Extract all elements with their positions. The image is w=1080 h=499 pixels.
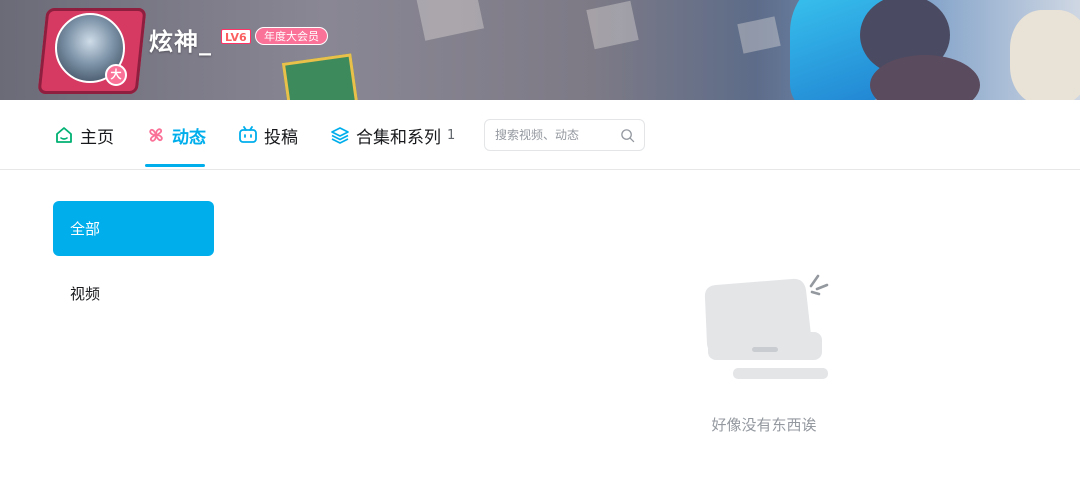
sidebar-item-label: 视频 <box>70 285 101 303</box>
empty-state-message: 好像没有东西诶 <box>711 416 817 434</box>
home-icon <box>56 127 72 143</box>
tab-home[interactable]: 主页 <box>54 100 114 170</box>
vip-badge[interactable]: 年度大会员 <box>255 27 328 45</box>
profile-banner: 大 炫神_ LV6 年度大会员 <box>0 0 1080 100</box>
level-badge: LV6 <box>221 29 251 44</box>
collections-count: 1 <box>447 127 456 143</box>
tab-collections[interactable]: 合集和系列 1 <box>330 100 455 170</box>
tab-uploads[interactable]: 投稿 <box>238 100 298 170</box>
banner-gift-decoration <box>281 53 359 100</box>
tab-dynamic[interactable]: 动态 <box>146 100 206 170</box>
sidebar-item-label: 全部 <box>70 220 101 238</box>
tab-home-label: 主页 <box>80 127 114 148</box>
search-input[interactable] <box>495 128 613 142</box>
search-box[interactable] <box>484 119 645 151</box>
avatar-frame[interactable]: 大 <box>37 8 147 94</box>
banner-bunny-decoration <box>1010 10 1080 100</box>
tab-uploads-label: 投稿 <box>264 127 298 148</box>
dynamic-icon <box>149 128 163 142</box>
layers-icon <box>331 127 349 144</box>
empty-laptop-illustration <box>704 274 829 379</box>
username: 炫神_ <box>149 28 212 56</box>
search-icon[interactable] <box>620 128 635 143</box>
tab-collections-label: 合集和系列 <box>356 127 441 148</box>
avatar-badge: 大 <box>105 64 127 86</box>
banner-decoration <box>737 16 781 54</box>
banner-decoration <box>415 0 485 41</box>
banner-decoration <box>586 0 639 50</box>
sidebar-item-all[interactable]: 全部 <box>53 201 214 256</box>
tv-icon <box>239 126 257 143</box>
active-tab-indicator <box>145 164 205 167</box>
tab-dynamic-label: 动态 <box>172 127 206 148</box>
sidebar-item-videos[interactable]: 视频 <box>53 266 214 321</box>
